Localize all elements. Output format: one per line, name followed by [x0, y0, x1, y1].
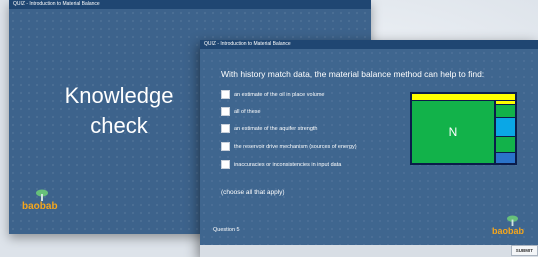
option-aquifer-strength[interactable]: an estimate of the aquifer strength	[221, 124, 317, 133]
option-all-of-these[interactable]: all of these	[221, 107, 261, 116]
heading-line-2: check	[90, 113, 148, 138]
knowledge-check-heading: Knowledge check	[9, 81, 229, 141]
baobab-logo: baobab	[492, 215, 532, 241]
checkbox[interactable]	[221, 160, 230, 169]
option-oil-in-place[interactable]: an estimate of the oil in place volume	[221, 90, 325, 99]
green-small-block	[496, 137, 515, 152]
choose-all-hint: (choose all that apply)	[221, 189, 285, 196]
option-label: an estimate of the oil in place volume	[234, 91, 325, 98]
heading-line-1: Knowledge	[64, 83, 174, 108]
option-drive-mechanism[interactable]: the reservoir drive mechanism (sources o…	[221, 142, 357, 151]
back-slide-titlebar: QUIZ - Introduction to Material Balance	[9, 0, 371, 9]
front-slide-body: With history match data, the material ba…	[200, 49, 538, 257]
yellow-top-band	[412, 94, 515, 100]
checkbox[interactable]	[221, 142, 230, 151]
quiz-question-slide: QUIZ - Introduction to Material Balance …	[200, 40, 538, 257]
front-slide-titlebar: QUIZ - Introduction to Material Balance	[200, 40, 538, 49]
slide-bottom-bar: SUBMIT	[200, 245, 538, 257]
baobab-tree-icon	[36, 189, 48, 201]
option-label: inaccuracies or inconsistencies in input…	[234, 161, 342, 168]
option-label: the reservoir drive mechanism (sources o…	[234, 143, 357, 150]
reservoir-diagram: N	[410, 92, 517, 165]
checkbox[interactable]	[221, 107, 230, 116]
question-text: With history match data, the material ba…	[221, 69, 485, 79]
cyan-block	[496, 118, 515, 136]
option-label: an estimate of the aquifer strength	[234, 125, 318, 132]
question-number: Question 5	[213, 227, 240, 233]
blue-small-block	[496, 153, 515, 163]
checkbox[interactable]	[221, 90, 230, 99]
logo-text: baobab	[492, 226, 525, 236]
yellow-side-strip	[496, 101, 515, 104]
diagram-center-label: N	[449, 125, 458, 139]
submit-button[interactable]: SUBMIT	[510, 245, 538, 256]
option-label: all of these	[234, 108, 261, 115]
checkbox[interactable]	[221, 124, 230, 133]
baobab-logo: baobab	[22, 189, 62, 217]
green-side-block	[496, 105, 515, 117]
option-inaccuracies[interactable]: inaccuracies or inconsistencies in input…	[221, 160, 341, 169]
baobab-tree-icon	[507, 215, 518, 226]
logo-text: baobab	[22, 201, 58, 212]
